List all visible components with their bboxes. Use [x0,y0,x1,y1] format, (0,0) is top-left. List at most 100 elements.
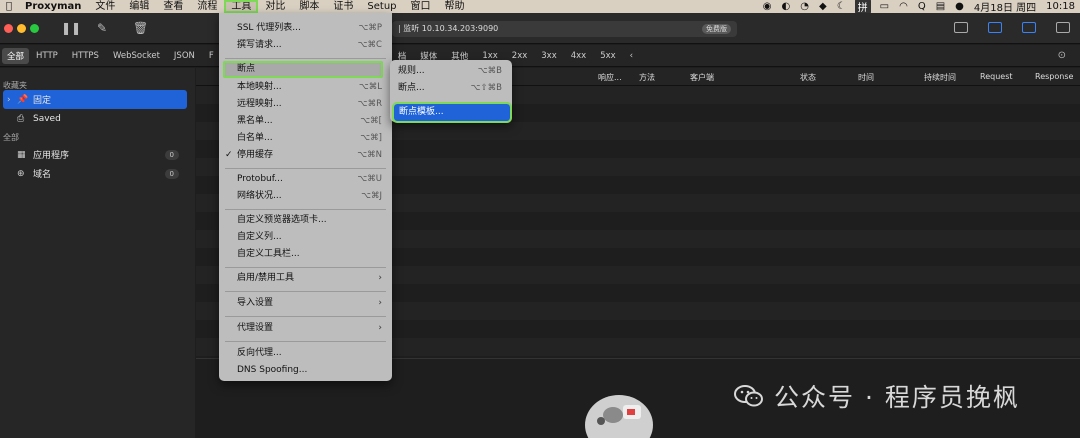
column-header-response-code[interactable]: 响应... [598,72,622,83]
control-center-icon[interactable]: ▤ [931,1,950,12]
menu-item-allow-list[interactable]: 白名单... ⌥⌘] [219,130,392,147]
submenu-item-breakpoint-templates[interactable]: 断点模板... [392,102,512,123]
pin-icon: 📌 [17,94,29,105]
sidebar-item-pinned[interactable]: › 📌 固定 [3,90,187,109]
menu-item-import-settings[interactable]: 导入设置 › [219,295,392,312]
menu-setup[interactable]: Setup [360,0,403,13]
menu-script[interactable]: 脚本 [292,0,326,13]
menu-tools[interactable]: 工具 [224,0,259,13]
menu-window[interactable]: 窗口 [404,0,438,13]
menu-certificate[interactable]: 证书 [326,0,360,13]
menu-item-reverse-proxy[interactable]: 反向代理... [219,345,392,362]
menu-separator [225,168,386,169]
panel-bottom-icon[interactable] [1022,22,1036,33]
minimize-window-button[interactable] [17,24,26,33]
filter-4xx[interactable]: 4xx [564,51,593,61]
camera-icon[interactable]: ◉ [758,1,777,12]
more-icon[interactable]: ⊙ [1058,50,1066,61]
filter-json[interactable]: JSON [167,51,202,61]
column-header-time[interactable]: 时间 [858,72,874,83]
license-badge[interactable]: 免费版 [702,24,731,34]
menu-shortcut: ⌥⌘L [358,82,382,92]
column-header-request[interactable]: Request [980,72,1013,81]
menu-item-label: 自定义列... [237,232,282,242]
filter-5xx[interactable]: 5xx [593,51,622,61]
menu-item-enable-disable-tools[interactable]: 启用/禁用工具 › [219,270,392,287]
menu-item-label: 远程映射... [237,99,282,109]
zoom-window-button[interactable] [30,24,39,33]
chevron-left-icon[interactable]: ‹ [623,51,640,61]
chat-icon[interactable]: ◔ [795,1,814,12]
filter-http[interactable]: HTTP [29,51,65,61]
menubar-date[interactable]: 4月18日 周四 [969,0,1041,14]
menu-diff[interactable]: 对比 [258,0,292,13]
menu-item-compose-request[interactable]: 撰写请求... ⌥⌘C [219,37,392,54]
moon-icon[interactable]: ☾ [832,1,851,12]
submenu-item-rules[interactable]: 规则... ⌥⌘B [390,63,512,80]
chevron-right-icon[interactable]: › [7,95,17,105]
menu-edit[interactable]: 编辑 [122,0,156,13]
menu-item-custom-toolbar[interactable]: 自定义工具栏... [219,246,392,263]
menu-separator [225,291,386,292]
breakpoint-submenu: 规则... ⌥⌘B 断点... ⌥⇧⌘B 断点模板... [390,60,512,123]
menu-item-custom-columns[interactable]: 自定义列... [219,229,392,246]
input-method-icon[interactable]: 拼 [854,0,871,14]
menu-item-map-local[interactable]: 本地映射... ⌥⌘L [219,79,392,96]
sidebar-item-domains[interactable]: ⊕ 域名 0 [0,164,195,183]
filter-1xx[interactable]: 1xx [475,51,504,61]
wechat-icon[interactable]: ◐ [777,1,796,12]
shield-icon[interactable]: ◆ [814,1,832,12]
pause-icon[interactable]: ❚❚ [61,21,81,35]
sidebar-item-apps[interactable]: ▦ 应用程序 0 [0,145,195,164]
sidebar-left-icon[interactable] [988,22,1002,33]
menu-item-breakpoint[interactable]: 断点 [223,61,383,78]
filter-3xx[interactable]: 3xx [534,51,563,61]
battery-icon[interactable]: ▭ [875,1,894,12]
sidebar-item-saved[interactable]: ⎙ Saved [0,109,195,128]
menubar-time[interactable]: 10:18 [1041,1,1080,12]
menu-item-network-conditions[interactable]: 网络状况... ⌥⌘J [219,188,392,205]
column-header-status[interactable]: 状态 [800,72,816,83]
menu-item-proxy-settings[interactable]: 代理设置 › [219,320,392,337]
column-header-duration[interactable]: 持续时间 [924,72,956,83]
filter-https[interactable]: HTTPS [65,51,106,61]
menu-flow[interactable]: 流程 [190,0,224,13]
stack-icon[interactable] [954,22,968,33]
column-header-method[interactable]: 方法 [639,72,655,83]
menu-item-label: 断点... [398,83,425,93]
menu-view[interactable]: 查看 [156,0,190,13]
app-menu[interactable]: Proxyman [18,0,88,13]
menu-file[interactable]: 文件 [88,0,122,13]
address-bar[interactable]: | 监听 10.10.34.203:9090 免费版 [392,21,737,37]
menu-item-map-remote[interactable]: 远程映射... ⌥⌘R [219,96,392,113]
sidebar-right-icon[interactable] [1056,22,1070,33]
compose-icon[interactable]: ✎ [97,21,107,35]
menu-item-label: 断点模板... [399,107,444,117]
submenu-item-breakpoints[interactable]: 断点... ⌥⇧⌘B [390,80,512,97]
menu-item-disable-cache[interactable]: ✓ 停用缓存 ⌥⌘N [219,147,392,164]
menu-item-label: Protobuf... [237,174,283,184]
menu-shortcut: ⌥⌘U [357,174,382,184]
close-window-button[interactable] [4,24,13,33]
menu-item-block-list[interactable]: 黑名单... ⌥⌘[ [219,113,392,130]
menu-item-protobuf[interactable]: Protobuf... ⌥⌘U [219,171,392,188]
filter-websocket[interactable]: WebSocket [106,51,167,61]
chevron-right-icon: › [378,273,382,283]
menu-item-custom-previewer-tabs[interactable]: 自定义预览器选项卡... [219,212,392,229]
menu-item-label: 自定义预览器选项卡... [237,215,327,225]
filter-all[interactable]: 全部 [2,47,30,64]
wifi-icon[interactable]: ◠ [894,1,913,12]
filter-form[interactable]: F [202,51,221,61]
spotlight-icon[interactable]: Q [913,1,931,12]
menu-item-ssl-proxy-list[interactable]: SSL 代理列表... ⌥⌘P [219,20,392,37]
listening-address: | 监听 10.10.34.203:9090 [398,24,499,33]
column-header-client[interactable]: 客户端 [690,72,714,83]
menu-help[interactable]: 帮助 [438,0,472,13]
watermark-text: 公众号 · 程序员挽枫 [774,383,1020,412]
filter-2xx[interactable]: 2xx [505,51,534,61]
apple-icon[interactable]:  [0,0,18,13]
menu-item-dns-spoofing[interactable]: DNS Spoofing... [219,362,392,379]
trash-icon[interactable]: 🗑 [133,21,148,35]
column-header-response[interactable]: Response [1035,72,1073,81]
siri-icon[interactable]: ● [950,1,969,12]
